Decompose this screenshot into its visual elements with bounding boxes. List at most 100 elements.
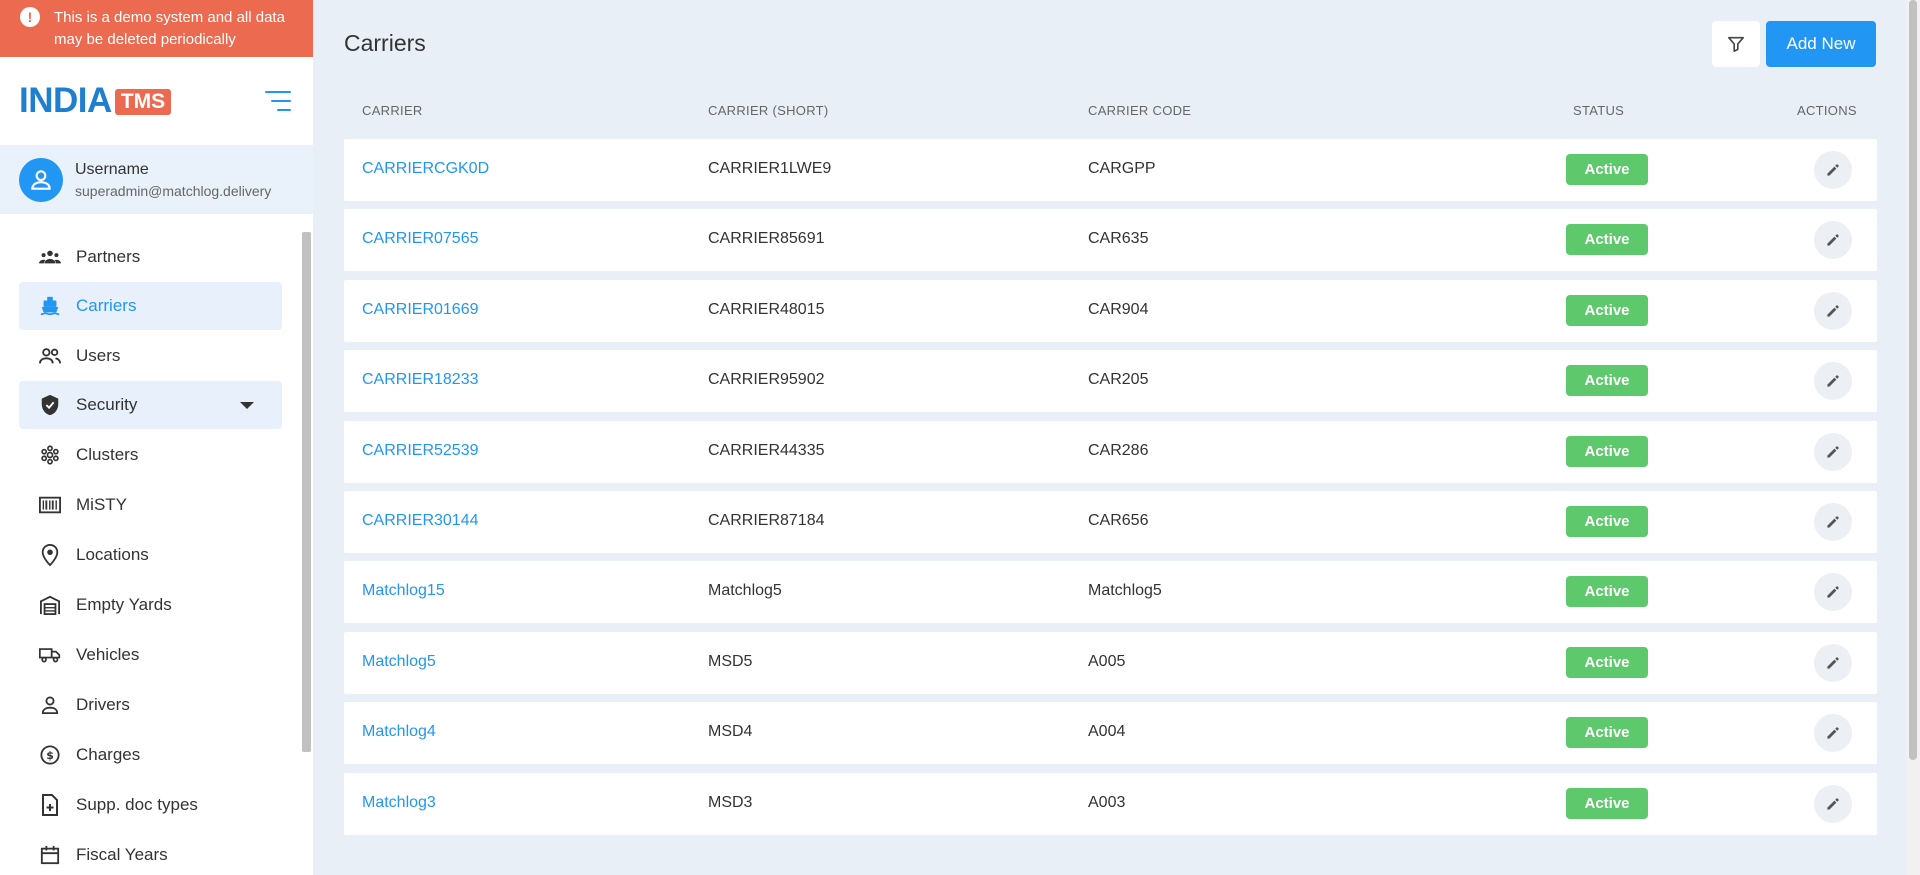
pencil-icon (1825, 373, 1841, 389)
doc-add-icon (39, 794, 61, 816)
carrier-link[interactable]: CARRIER01669 (362, 301, 479, 319)
column-header-actions: ACTIONS (1797, 103, 1857, 118)
brand-bar: INDIA TMS (0, 57, 313, 145)
pencil-icon (1825, 232, 1841, 248)
sidebar-item-charges[interactable]: $ Charges (19, 731, 282, 779)
sidebar-item-locations[interactable]: Locations (19, 531, 282, 579)
carrier-code-cell: CARGPP (1088, 160, 1156, 177)
sidebar-item-empty-yards[interactable]: Empty Yards (19, 581, 282, 629)
sidebar-item-security[interactable]: Security (19, 381, 282, 429)
partners-icon (39, 246, 61, 268)
page-title: Carriers (344, 30, 426, 56)
calendar-icon (39, 844, 61, 866)
carrier-code-cell: A003 (1088, 793, 1126, 811)
carrier-link[interactable]: Matchlog3 (362, 794, 436, 812)
status-badge: Active (1566, 154, 1648, 185)
sidebar-item-supp-doc-types[interactable]: Supp. doc types (19, 781, 282, 829)
carrier-code-cell: CAR656 (1088, 512, 1149, 529)
sidebar-item-fiscal-years[interactable]: Fiscal Years (19, 831, 282, 875)
edit-button[interactable] (1814, 573, 1852, 612)
pencil-icon (1825, 655, 1841, 671)
status-badge: Active (1566, 506, 1648, 537)
sidebar-item-label: Drivers (76, 695, 130, 714)
add-new-button[interactable]: Add New (1766, 21, 1876, 67)
sidebar-item-users[interactable]: Users (19, 332, 282, 380)
edit-button[interactable] (1814, 291, 1852, 330)
table-header: CARRIER CARRIER (SHORT) CARRIER CODE STA… (344, 100, 1877, 122)
carrier-code-cell: Matchlog5 (1088, 582, 1162, 600)
sidebar-menu: Partners Carriers Users Security Cluster… (0, 215, 313, 875)
edit-button[interactable] (1814, 784, 1852, 823)
column-header-carrier-short[interactable]: CARRIER (SHORT) (708, 103, 829, 118)
pencil-icon (1825, 444, 1841, 460)
sidebar-item-label: Empty Yards (76, 595, 172, 614)
edit-button[interactable] (1814, 643, 1852, 682)
sidebar-scrollbar[interactable] (302, 232, 311, 752)
demo-banner: ! This is a demo system and all data may… (0, 0, 313, 57)
column-header-carrier-code[interactable]: CARRIER CODE (1088, 103, 1191, 118)
main-content: Carriers Add New CARRIER CARRIER (SHORT)… (313, 0, 1906, 875)
carrier-code-cell: CAR904 (1088, 300, 1149, 318)
user-avatar-icon (31, 169, 51, 190)
carrier-link[interactable]: CARRIER18233 (362, 371, 479, 389)
pencil-icon (1825, 584, 1841, 600)
logo[interactable]: INDIA TMS (19, 81, 172, 121)
status-badge: Active (1566, 435, 1648, 467)
menu-toggle-icon[interactable] (265, 91, 291, 111)
pencil-icon (1825, 725, 1841, 741)
carrier-code-cell: CAR286 (1088, 441, 1149, 459)
table-row: CARRIER01669 CARRIER48015 CAR904 Active (344, 279, 1877, 342)
user-email: superadmin@matchlog.delivery (75, 182, 272, 199)
table-row: CARRIER52539 CARRIER44335 CAR286 Active (344, 420, 1877, 483)
status-badge: Active (1566, 646, 1648, 678)
demo-banner-text: This is a demo system and all data may b… (54, 9, 285, 48)
carrier-code-cell: A005 (1088, 652, 1126, 670)
carrier-short-cell: CARRIER1LWE9 (708, 160, 832, 177)
sidebar-item-label: Carriers (76, 296, 137, 315)
carrier-link[interactable]: Matchlog4 (362, 723, 436, 741)
svg-text:$: $ (46, 749, 54, 762)
edit-button[interactable] (1814, 714, 1852, 753)
chevron-down-icon[interactable] (240, 402, 254, 409)
sidebar-item-partners[interactable]: Partners (19, 233, 282, 281)
edit-button[interactable] (1814, 362, 1852, 401)
page-scrollbar-thumb[interactable] (1909, 0, 1917, 760)
sidebar-item-label: Vehicles (76, 645, 140, 664)
carrier-link[interactable]: CARRIER52539 (362, 442, 479, 460)
edit-button[interactable] (1814, 221, 1852, 260)
carrier-code-cell: CAR205 (1088, 371, 1149, 389)
carrier-short-cell: CARRIER95902 (708, 371, 825, 389)
ship-icon (39, 295, 61, 317)
sidebar-item-drivers[interactable]: Drivers (19, 681, 282, 729)
sidebar-item-vehicles[interactable]: Vehicles (19, 631, 282, 679)
page-scrollbar[interactable] (1906, 0, 1920, 875)
table-row: CARRIER18233 CARRIER95902 CAR205 Active (344, 350, 1877, 413)
sidebar-item-clusters[interactable]: Clusters (19, 431, 282, 479)
sidebar-item-label: Fiscal Years (76, 845, 168, 864)
carrier-code-cell: A004 (1088, 723, 1126, 741)
filter-button[interactable] (1712, 21, 1760, 67)
carrier-link[interactable]: Matchlog5 (362, 653, 436, 671)
carrier-link[interactable]: CARRIERCGK0D (362, 160, 489, 178)
carrier-link[interactable]: CARRIER07565 (362, 230, 479, 248)
sidebar-item-carriers[interactable]: Carriers (19, 282, 282, 330)
edit-button[interactable] (1814, 151, 1852, 189)
sidebar: ! This is a demo system and all data may… (0, 0, 313, 875)
logo-text: INDIA (19, 81, 112, 120)
status-badge: Active (1566, 294, 1648, 326)
barcode-icon (39, 494, 61, 516)
exclamation-icon: ! (20, 7, 40, 27)
location-pin-icon (39, 544, 61, 566)
edit-button[interactable] (1814, 503, 1852, 541)
carrier-short-cell: Matchlog5 (708, 582, 782, 600)
user-profile[interactable]: Username superadmin@matchlog.delivery (0, 145, 313, 214)
carrier-short-cell: MSD3 (708, 793, 753, 811)
carrier-short-cell: MSD4 (708, 723, 753, 741)
column-header-carrier[interactable]: CARRIER (362, 103, 423, 118)
carrier-link[interactable]: CARRIER30144 (362, 512, 479, 530)
carrier-link[interactable]: Matchlog15 (362, 582, 445, 600)
sidebar-item-misty[interactable]: MiSTY (19, 481, 282, 529)
table-row: Matchlog3 MSD3 A003 Active (344, 772, 1877, 835)
edit-button[interactable] (1814, 432, 1852, 471)
avatar (19, 157, 63, 202)
